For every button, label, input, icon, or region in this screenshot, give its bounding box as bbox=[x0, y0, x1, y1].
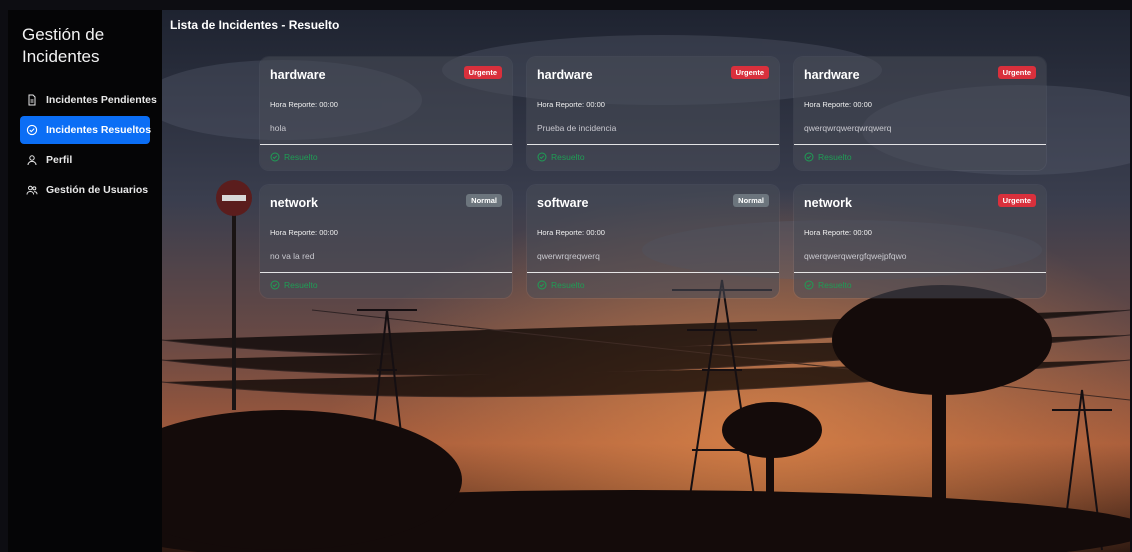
card-description: Prueba de incidencia bbox=[537, 123, 617, 133]
app-title: Gestión de Incidentes bbox=[22, 25, 105, 66]
card-divider bbox=[260, 272, 512, 273]
file-icon bbox=[28, 94, 36, 106]
status-resolved: Resuelto bbox=[804, 280, 852, 290]
status-resolved: Resuelto bbox=[537, 152, 585, 162]
check-circle-icon bbox=[537, 152, 547, 162]
status-label: Resuelto bbox=[284, 280, 318, 290]
page-title: Lista de Incidentes - Resuelto bbox=[170, 18, 340, 32]
status-resolved: Resuelto bbox=[270, 152, 318, 162]
sidebar-item-label: Perfil bbox=[46, 154, 73, 166]
card-title: hardware bbox=[270, 68, 326, 82]
status-label: Resuelto bbox=[818, 280, 852, 290]
incident-card[interactable]: network Normal Hora Reporte: 00:00 no va… bbox=[260, 185, 512, 298]
card-title: network bbox=[270, 196, 318, 210]
card-divider bbox=[794, 272, 1046, 273]
priority-badge: Urgente bbox=[730, 66, 769, 79]
priority-badge: Normal bbox=[466, 194, 502, 207]
card-description: qwerwrqreqwerq bbox=[537, 251, 600, 261]
status-label: Resuelto bbox=[818, 152, 852, 162]
sidebar-item-resueltos[interactable]: Incidentes Resueltos bbox=[20, 116, 152, 144]
check-circle-icon bbox=[26, 124, 38, 136]
incident-card[interactable]: hardware Urgente Hora Reporte: 00:00 qwe… bbox=[794, 57, 1046, 170]
card-divider bbox=[794, 144, 1046, 145]
status-label: Resuelto bbox=[551, 280, 585, 290]
report-time: Hora Reporte: 00:00 bbox=[804, 228, 872, 237]
card-title: network bbox=[804, 196, 852, 210]
check-circle-icon bbox=[804, 280, 814, 290]
card-description: hola bbox=[270, 123, 287, 133]
main-content: Lista de Incidentes - Resuelto hardware … bbox=[162, 10, 1130, 552]
priority-badge: Urgente bbox=[463, 66, 502, 79]
status-resolved: Resuelto bbox=[537, 280, 585, 290]
card-title: hardware bbox=[537, 68, 593, 82]
card-title: hardware bbox=[804, 68, 860, 82]
card-description: qwerqwrqwerqwrqwerq bbox=[804, 123, 892, 133]
report-time: Hora Reporte: 00:00 bbox=[537, 228, 605, 237]
report-time: Hora Reporte: 00:00 bbox=[537, 100, 605, 109]
users-icon bbox=[26, 185, 38, 195]
check-circle-icon bbox=[537, 280, 547, 290]
card-description: no va la red bbox=[270, 251, 315, 261]
app-window: Gestión de Incidentes Incidentes Pendien… bbox=[8, 10, 1130, 552]
sidebar-item-label: Incidentes Pendientes bbox=[46, 94, 157, 106]
incident-card[interactable]: hardware Urgente Hora Reporte: 00:00 hol… bbox=[260, 57, 512, 170]
user-icon bbox=[27, 155, 37, 166]
priority-badge: Urgente bbox=[997, 194, 1036, 207]
status-label: Resuelto bbox=[284, 152, 318, 162]
sidebar-item-label: Incidentes Resueltos bbox=[46, 124, 152, 136]
report-time: Hora Reporte: 00:00 bbox=[804, 100, 872, 109]
sidebar: Gestión de Incidentes Incidentes Pendien… bbox=[8, 10, 162, 552]
sidebar-item-pendientes[interactable]: Incidentes Pendientes bbox=[20, 86, 157, 114]
card-description: qwerqwerqwergfqwejpfqwo bbox=[804, 251, 907, 261]
card-divider bbox=[527, 272, 779, 273]
priority-badge: Urgente bbox=[997, 66, 1036, 79]
incident-card[interactable]: hardware Urgente Hora Reporte: 00:00 Pru… bbox=[527, 57, 779, 170]
card-title: software bbox=[537, 196, 589, 210]
card-divider bbox=[260, 144, 512, 145]
check-circle-icon bbox=[270, 280, 280, 290]
report-time: Hora Reporte: 00:00 bbox=[270, 228, 338, 237]
check-circle-icon bbox=[804, 152, 814, 162]
priority-badge: Normal bbox=[733, 194, 769, 207]
sidebar-item-usuarios[interactable]: Gestión de Usuarios bbox=[20, 176, 150, 204]
status-resolved: Resuelto bbox=[270, 280, 318, 290]
status-label: Resuelto bbox=[551, 152, 585, 162]
card-divider bbox=[527, 144, 779, 145]
sidebar-item-perfil[interactable]: Perfil bbox=[20, 146, 150, 174]
report-time: Hora Reporte: 00:00 bbox=[270, 100, 338, 109]
status-resolved: Resuelto bbox=[804, 152, 852, 162]
incident-card[interactable]: network Urgente Hora Reporte: 00:00 qwer… bbox=[794, 185, 1046, 298]
incident-card[interactable]: software Normal Hora Reporte: 00:00 qwer… bbox=[527, 185, 779, 298]
check-circle-icon bbox=[270, 152, 280, 162]
sidebar-item-label: Gestión de Usuarios bbox=[46, 184, 149, 196]
